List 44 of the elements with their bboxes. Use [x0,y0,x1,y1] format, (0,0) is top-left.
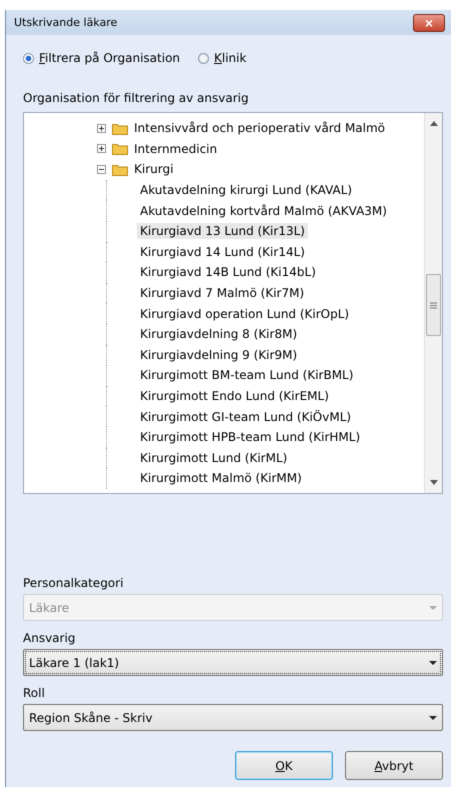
tree-item[interactable]: Kirurgiavd 7 Malmö (Kir7M) [137,285,308,302]
expand-icon[interactable] [97,124,106,133]
field-label: Roll [23,686,46,700]
folder-icon [112,162,128,176]
tree-item[interactable]: Kirurgi [131,161,176,178]
dropdown[interactable]: Läkare 1 (lak1) [23,649,443,676]
tree-item[interactable]: Kirurgimott HPB-team Lund (KirHML) [137,429,364,446]
tree-item[interactable]: Kirurgiavdelning 8 (Kir8M) [137,326,300,342]
folder-icon [112,142,128,156]
tree-item[interactable]: Akutavdelning kirurgi Lund (KAVAL) [137,182,356,198]
scroll-down-icon[interactable] [430,480,438,485]
tree-item[interactable]: Kirurgimott Malmö (KirMM) [137,470,305,486]
tree-item[interactable]: Kirurgimott Lund (KirML) [137,450,290,466]
field-label: Ansvarig [23,631,76,645]
tree-item[interactable]: Kirurgimott Endo Lund (KirEML) [137,388,332,404]
tree-item[interactable]: Internmedicin [131,140,220,157]
dropdown[interactable]: Region Skåne - Skriv [23,704,443,731]
window-title: Utskrivande läkare [14,16,118,29]
tree-item[interactable]: Kirurgiavd 13 Lund (Kir13L) [137,223,308,240]
dropdown-arrow-icon [429,660,437,664]
radio-button[interactable] [198,52,210,64]
tree-item[interactable]: Kirurgiavd 14B Lund (Ki14bL) [137,264,319,280]
radio-label[interactable]: Klinik [214,51,246,65]
tree-item[interactable]: Kirurgiavdelning 9 (Kir9M) [137,346,300,363]
expand-icon[interactable] [97,144,106,154]
scroll-thumb[interactable] [426,274,441,336]
tree-item[interactable]: Kirurgimott GI-team Lund (KiÖvML) [137,408,354,425]
dialog-button[interactable]: Avbryt [345,751,443,780]
radio-button[interactable] [23,52,34,64]
tree-item[interactable]: Akutavdelning kortvård Malmö (AKVA3M) [137,202,390,219]
folder-icon [112,122,128,135]
dropdown-arrow-icon [429,606,437,610]
tree-item[interactable]: Kirurgiavd operation Lund (KirOpL) [137,306,352,322]
field-label: Personalkategori [23,576,124,590]
tree-label: Organisation för filtrering av ansvarig [23,91,250,105]
radio-label[interactable]: Filtrera på Organisation [39,51,180,65]
scroll-up-icon[interactable] [430,121,438,126]
collapse-icon[interactable] [97,164,106,174]
tree-item[interactable]: Intensivvård och perioperativ vård Malmö [131,120,388,136]
grip-icon [430,302,437,308]
dropdown-arrow-icon [429,716,437,720]
dialog-button[interactable]: OK [235,751,333,780]
tree-item[interactable]: Kirurgiavd 14 Lund (Kir14L) [137,244,308,260]
tree-item[interactable]: Kirurgimott BM-team Lund (KirBML) [137,367,356,384]
